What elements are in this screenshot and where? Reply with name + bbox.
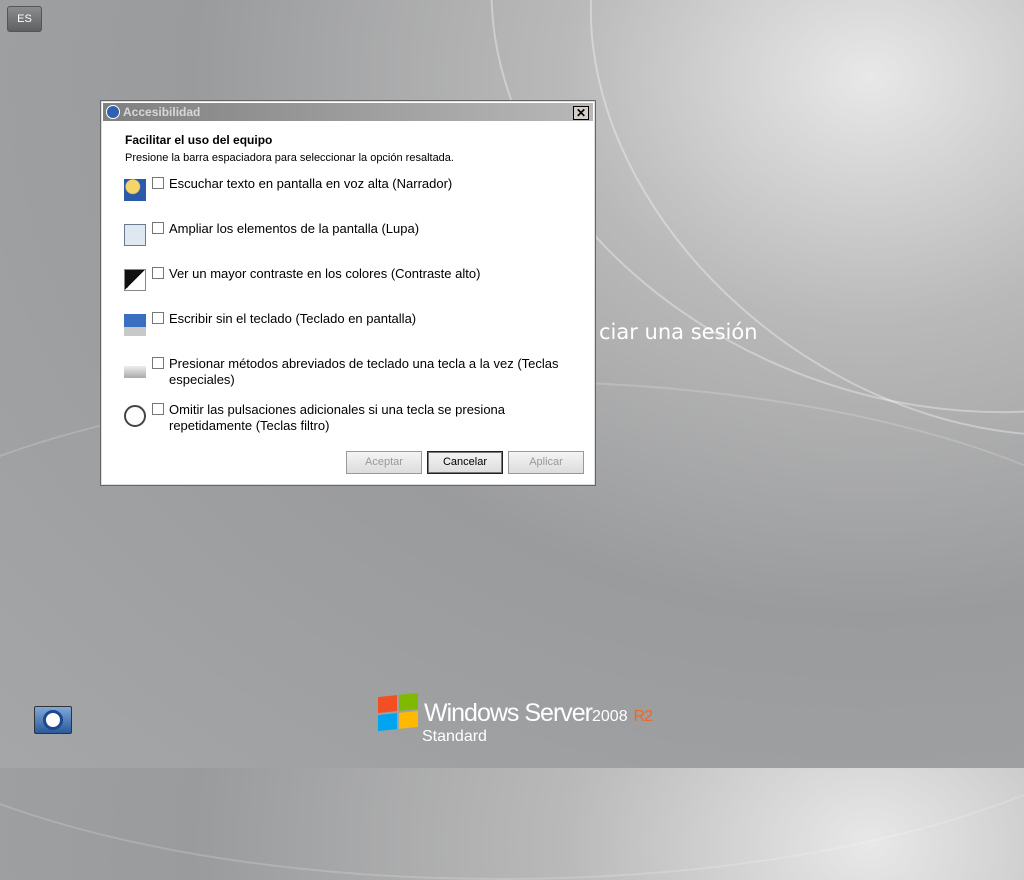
ease-of-access-icon bbox=[106, 105, 120, 119]
high-contrast-icon bbox=[124, 269, 146, 291]
magnifier-icon bbox=[124, 224, 146, 246]
option-label: Escuchar texto en pantalla en voz alta (… bbox=[169, 176, 453, 191]
narrator-icon bbox=[124, 179, 146, 201]
accessibility-dialog: Accesibilidad ✕ Facilitar el uso del equ… bbox=[100, 100, 596, 486]
title-bar[interactable]: Accesibilidad ✕ bbox=[103, 103, 593, 121]
apply-button[interactable]: Aplicar bbox=[508, 451, 584, 474]
magnifier-checkbox[interactable] bbox=[152, 222, 164, 234]
logo-release: R2 bbox=[633, 708, 653, 725]
close-button[interactable]: ✕ bbox=[573, 106, 589, 120]
dialog-title: Accesibilidad bbox=[123, 105, 201, 119]
option-label: Escribir sin el teclado (Teclado en pant… bbox=[169, 311, 417, 326]
ease-of-access-button[interactable] bbox=[34, 706, 72, 734]
sticky-keys-icon bbox=[124, 366, 146, 378]
option-label: Omitir las pulsaciones adicionales si un… bbox=[169, 402, 506, 433]
sticky-keys-checkbox[interactable] bbox=[152, 357, 164, 369]
ok-button[interactable]: Aceptar bbox=[346, 451, 422, 474]
logo-year: 2008 bbox=[592, 708, 628, 725]
cancel-button[interactable]: Cancelar bbox=[427, 451, 503, 474]
filter-keys-icon bbox=[124, 405, 146, 427]
dialog-heading: Facilitar el uso del equipo bbox=[125, 133, 273, 147]
language-button[interactable]: ES bbox=[7, 6, 42, 32]
filter-keys-checkbox[interactable] bbox=[152, 403, 164, 415]
logo-edition: Standard bbox=[422, 728, 487, 745]
onscreen-keyboard-checkbox[interactable] bbox=[152, 312, 164, 324]
narrator-checkbox[interactable] bbox=[152, 177, 164, 189]
option-label: Ampliar los elementos de la pantalla (Lu… bbox=[169, 221, 420, 236]
signin-text: ciar una sesión bbox=[599, 320, 758, 344]
option-label: Presionar métodos abreviados de teclado … bbox=[169, 356, 559, 387]
onscreen-keyboard-icon bbox=[124, 314, 146, 336]
windows-flag-icon bbox=[378, 692, 418, 732]
logo-brand: Windows Server bbox=[424, 699, 593, 727]
ease-of-access-icon bbox=[43, 710, 63, 730]
high-contrast-checkbox[interactable] bbox=[152, 267, 164, 279]
dialog-instruction: Presione la barra espaciadora para selec… bbox=[125, 152, 454, 164]
option-label: Ver un mayor contraste en los colores (C… bbox=[169, 266, 481, 281]
